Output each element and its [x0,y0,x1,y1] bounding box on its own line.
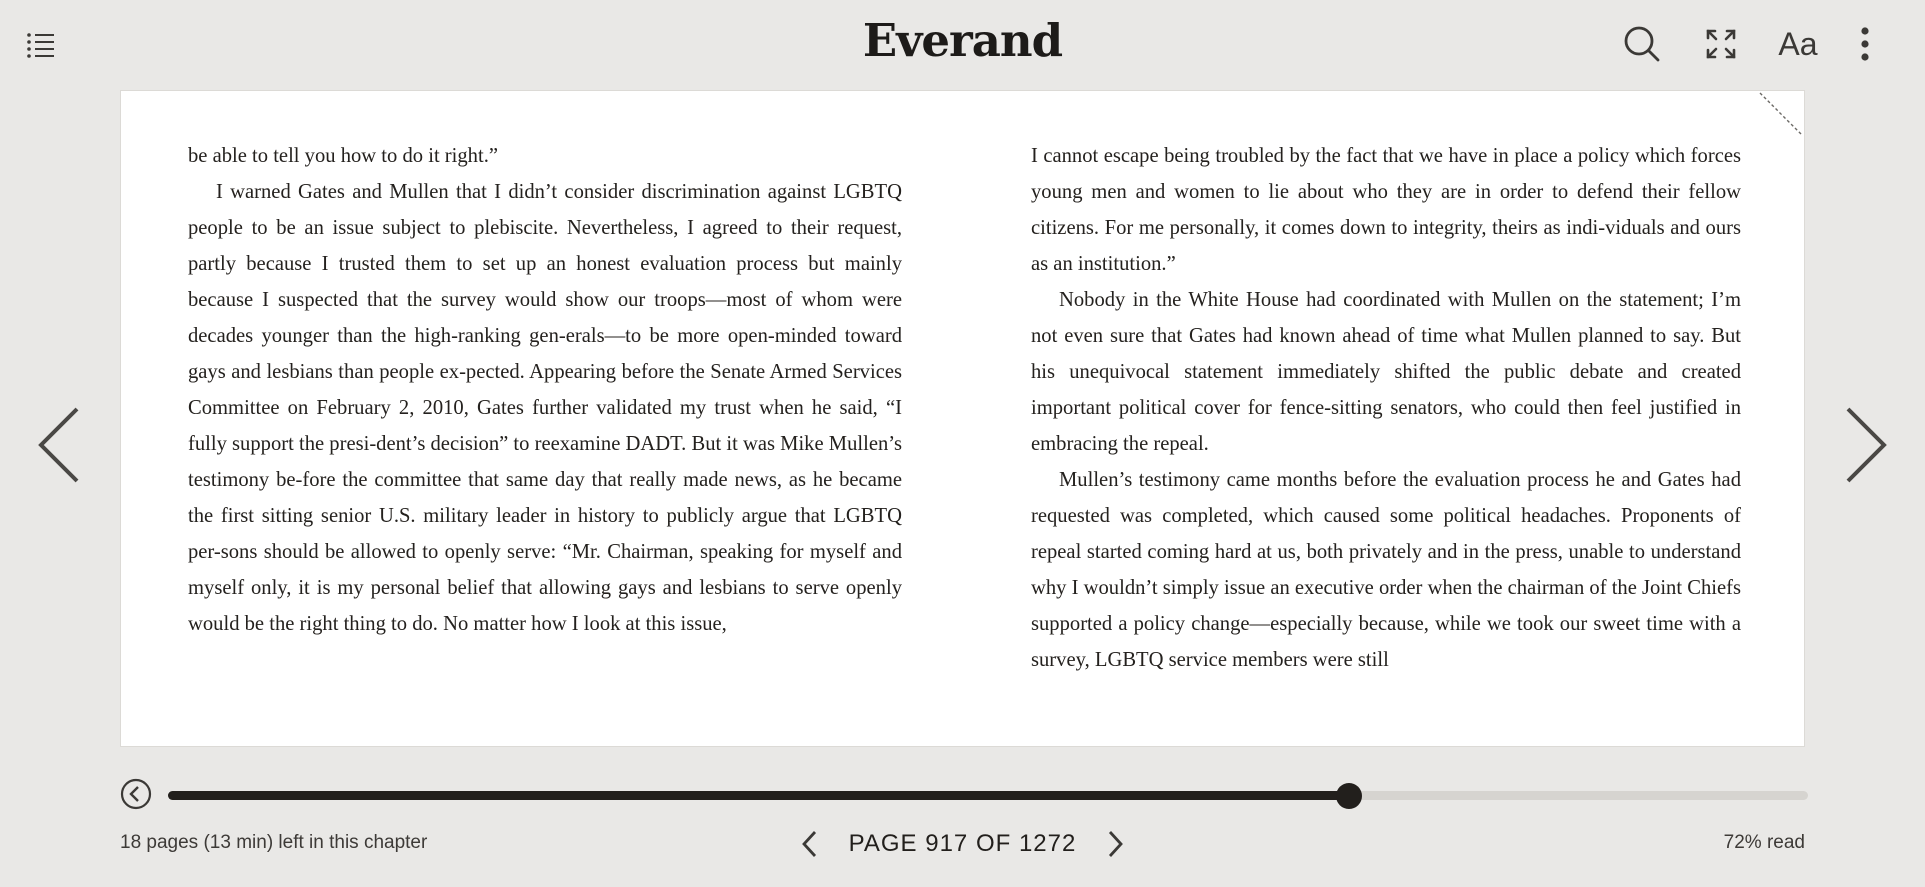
paragraph: Nobody in the White House had coordinate… [1031,289,1741,455]
next-page-arrow-icon[interactable] [1840,405,1890,485]
search-icon[interactable] [1620,22,1664,66]
paragraph: I cannot escape being troubled by the fa… [1031,145,1741,275]
right-page-text: I cannot escape being troubled by the fa… [1031,138,1741,678]
bookmark-corner-icon[interactable] [1758,91,1804,137]
book-page-spread: be able to tell you how to do it right.”… [120,90,1805,747]
chevron-right-icon[interactable] [1100,828,1130,860]
paragraph: I warned Gates and Mullen that I didn’t … [188,181,902,635]
reading-progress-thumb[interactable] [1335,783,1362,809]
chapter-remaining-text: 18 pages (13 min) left in this chapter [120,832,428,853]
reading-progress-slider[interactable] [168,783,1808,809]
text-settings-icon[interactable]: Aa [1776,22,1820,66]
reading-progress-fill [168,791,1349,800]
page-number-label: PAGE 917 OF 1272 [848,830,1077,857]
table-of-contents-icon[interactable] [26,30,56,58]
fullscreen-icon[interactable] [1699,22,1743,66]
more-vertical-icon[interactable] [1843,22,1887,66]
paragraph: Mullen’s testimony came months before th… [1031,469,1741,671]
brand-logo[interactable]: Everand [863,14,1063,67]
paragraph: be able to tell you how to do it right.” [188,145,498,167]
top-bar: Everand Aa [0,0,1925,90]
percent-read-text: 72% read [1723,832,1805,853]
text-settings-label: Aa [1778,25,1818,62]
back-circle-icon[interactable] [120,778,152,810]
previous-page-arrow-icon[interactable] [35,405,85,485]
page-navigator: PAGE 917 OF 1272 [780,820,1145,868]
left-page-text: be able to tell you how to do it right.”… [188,138,902,642]
